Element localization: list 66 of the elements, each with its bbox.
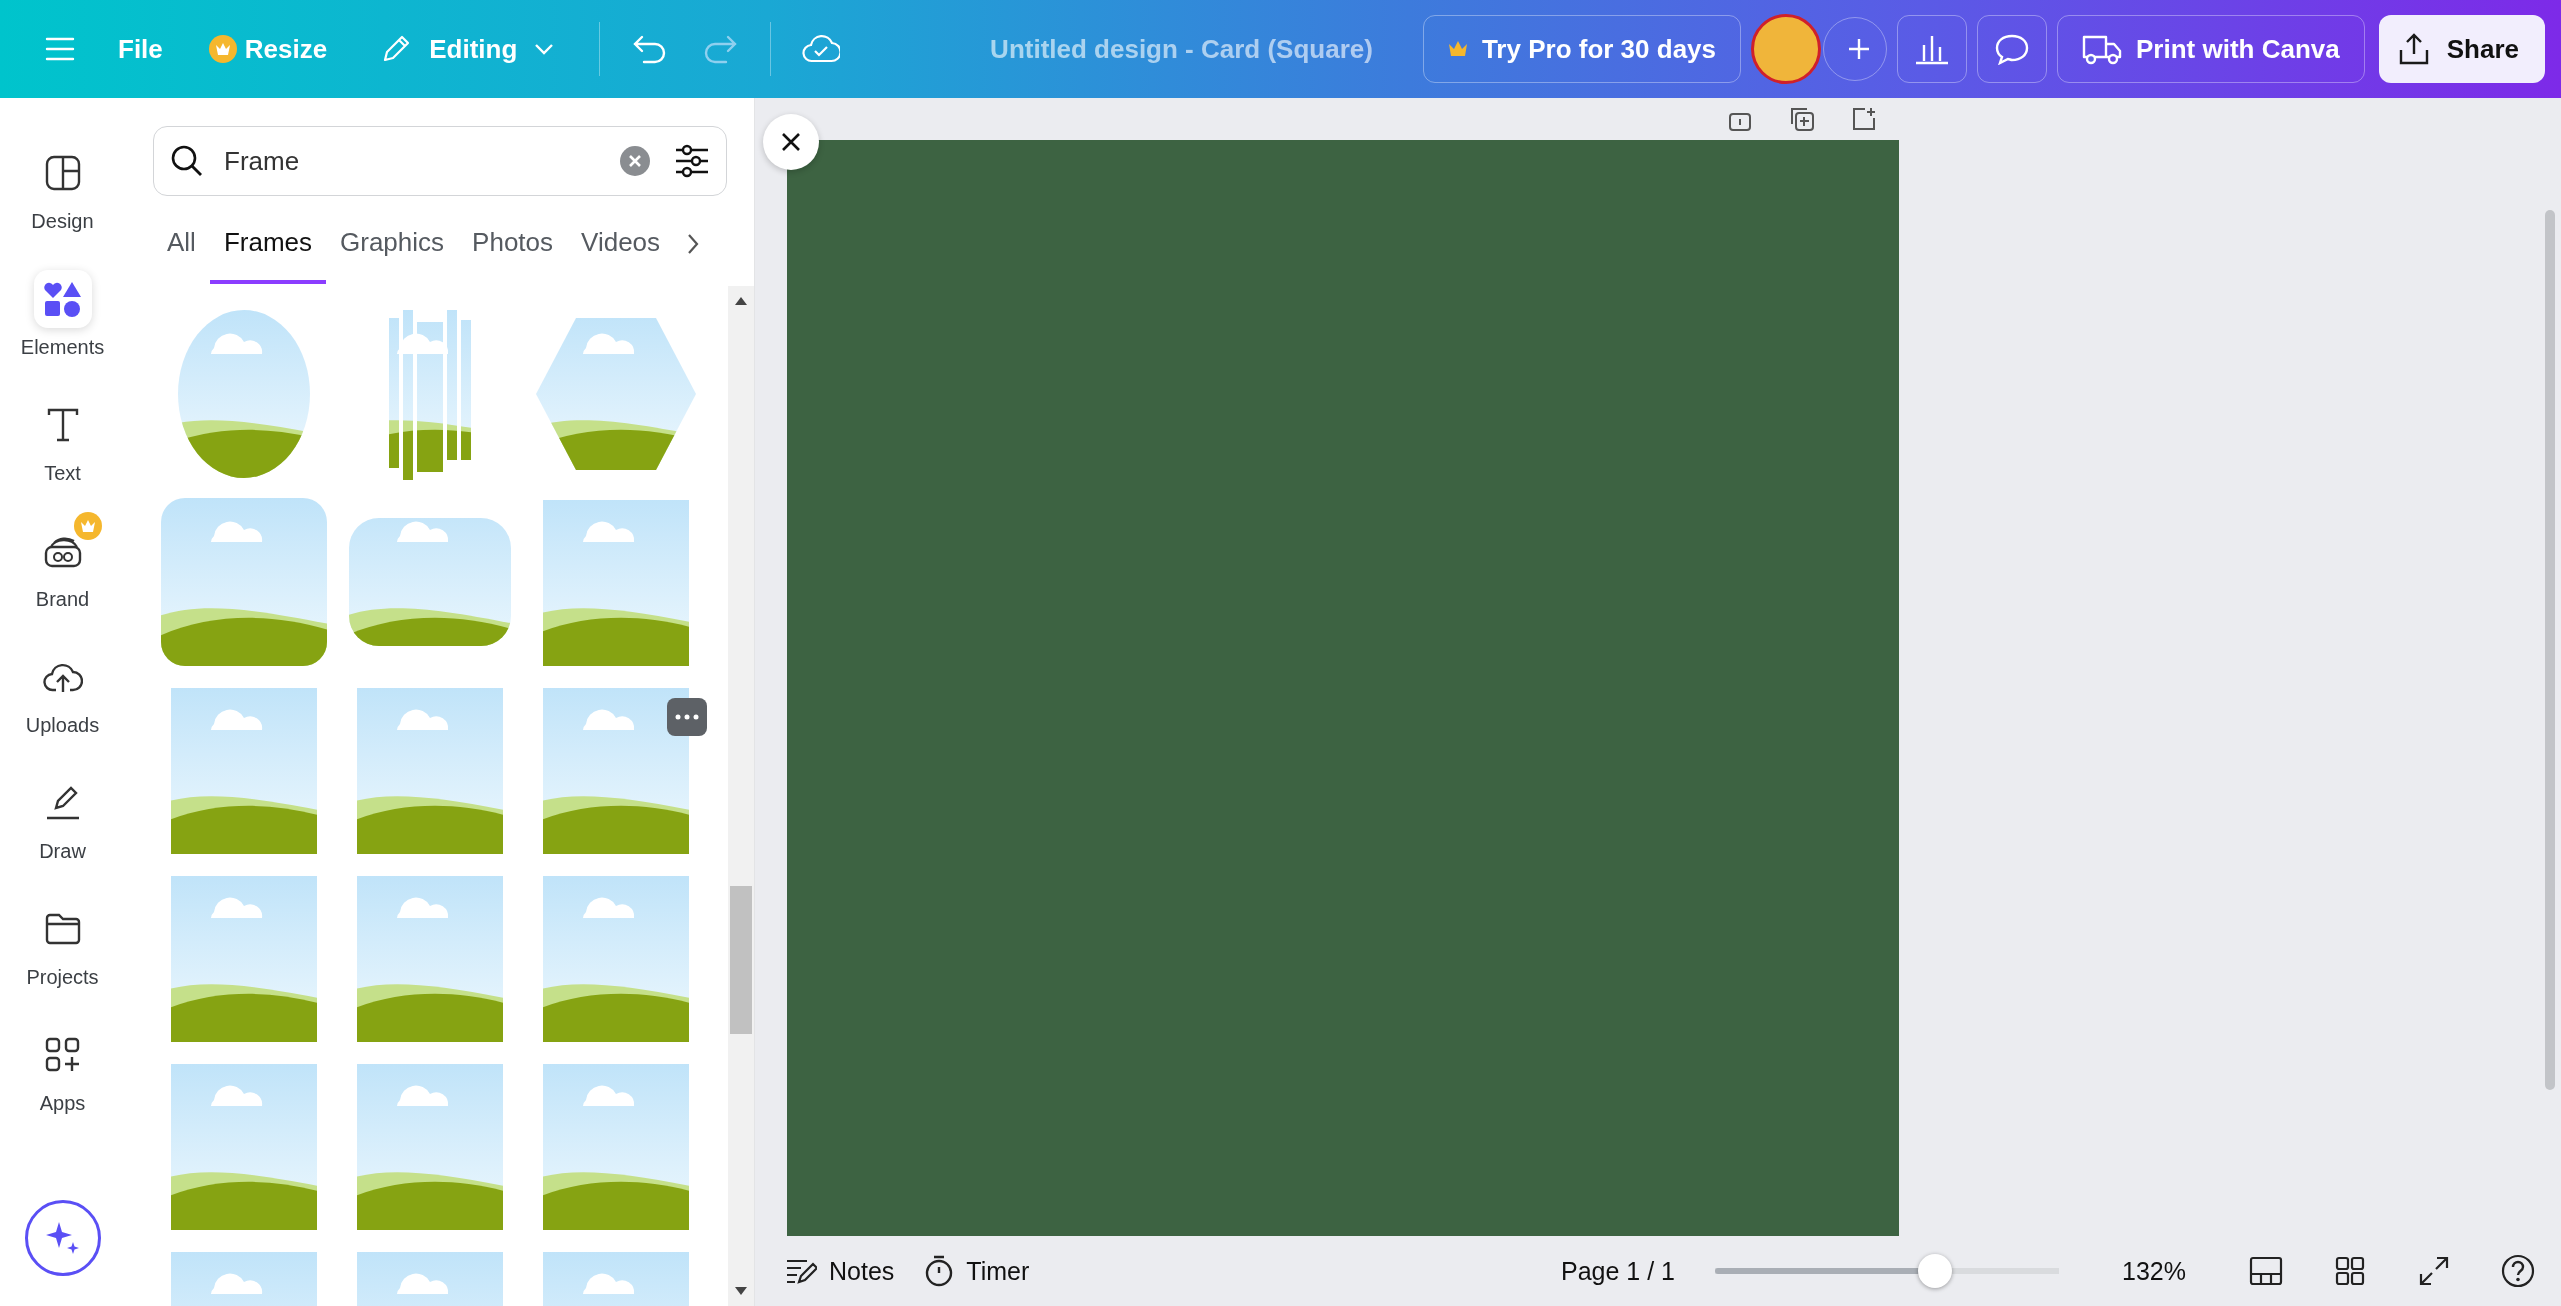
crown-icon	[1447, 40, 1468, 58]
sidebar-item[interactable]: Elements	[0, 258, 125, 384]
add-page-button[interactable]	[1851, 106, 1877, 132]
category-tab[interactable]: Frames	[209, 204, 327, 284]
sidebar-item[interactable]: Brand	[0, 510, 125, 636]
truck-icon	[2082, 33, 2123, 65]
sidebar-item[interactable]: Projects	[0, 888, 125, 1014]
more-icon	[675, 714, 699, 720]
frame-thumbnail[interactable]	[159, 496, 329, 668]
filter-button[interactable]	[674, 144, 710, 178]
apps-icon	[43, 1036, 82, 1074]
close-button[interactable]	[763, 114, 819, 170]
workspace-scrollbar[interactable]	[2545, 210, 2555, 1090]
bar-chart-icon	[1914, 33, 1951, 65]
help-icon	[2501, 1254, 2535, 1288]
scroll-down-icon	[734, 1286, 748, 1296]
sidebar-item[interactable]: Design	[0, 132, 125, 258]
chevron-down-icon	[533, 42, 556, 56]
folder-icon	[43, 912, 82, 946]
category-tab[interactable]: Videos	[567, 204, 675, 284]
add-page-icon	[1851, 106, 1877, 132]
notes-icon	[785, 1257, 817, 1285]
sidebar-item[interactable]: Apps	[0, 1014, 125, 1140]
category-tab[interactable]: All	[153, 204, 210, 284]
scroll-up-icon	[734, 296, 748, 306]
layout-icon	[43, 154, 82, 192]
plus-icon	[1847, 37, 1872, 61]
grid-icon	[2335, 1256, 2365, 1286]
close-icon	[620, 146, 650, 176]
page-indicator[interactable]: Page 1 / 1	[1561, 1246, 1675, 1296]
print-button[interactable]: Print with Canva	[2057, 15, 2365, 83]
cloud-check-icon	[802, 34, 841, 64]
sidebar-item[interactable]: Uploads	[0, 636, 125, 762]
page-view-icon	[2249, 1256, 2283, 1286]
insights-button[interactable]	[1897, 15, 1968, 83]
crown-icon	[208, 35, 237, 63]
clear-button[interactable]	[620, 146, 650, 176]
zoom-thumb[interactable]	[1918, 1254, 1953, 1288]
scrollbar-thumb[interactable]	[730, 886, 752, 1034]
search-icon	[170, 144, 204, 178]
speech-bubble-icon	[1994, 33, 2031, 65]
sidebar-item[interactable]: Text	[0, 384, 125, 510]
more-options-button[interactable]	[667, 698, 707, 736]
try-pro-button[interactable]: Try Pro for 30 days	[1422, 15, 1742, 83]
sidebar-item[interactable]: Draw	[0, 762, 125, 888]
category-tab[interactable]: Photos	[458, 204, 568, 284]
text-icon	[45, 407, 80, 443]
shapes-icon	[42, 280, 83, 318]
duplicate-page-button[interactable]	[1789, 106, 1815, 132]
timer-button[interactable]: Timer	[924, 1246, 1030, 1296]
zoom-percentage[interactable]: 132%	[2099, 1246, 2209, 1296]
expand-icon	[2419, 1256, 2449, 1286]
close-icon	[780, 131, 802, 153]
magic-button[interactable]	[24, 1200, 101, 1276]
share-button[interactable]: Share	[2378, 15, 2545, 83]
category-tab[interactable]: Graphics	[326, 204, 459, 284]
panel-scrollbar[interactable]	[728, 286, 754, 1306]
menu-icon	[45, 36, 75, 62]
redo-icon	[702, 34, 739, 64]
search-bar[interactable]: Frame	[153, 126, 727, 196]
timer-icon	[924, 1255, 955, 1287]
notes-button[interactable]: Notes	[785, 1246, 895, 1296]
chevron-right-icon	[686, 232, 701, 256]
duplicate-icon	[1789, 106, 1815, 132]
comments-button[interactable]	[1977, 15, 2048, 83]
sliders-icon	[674, 144, 710, 178]
